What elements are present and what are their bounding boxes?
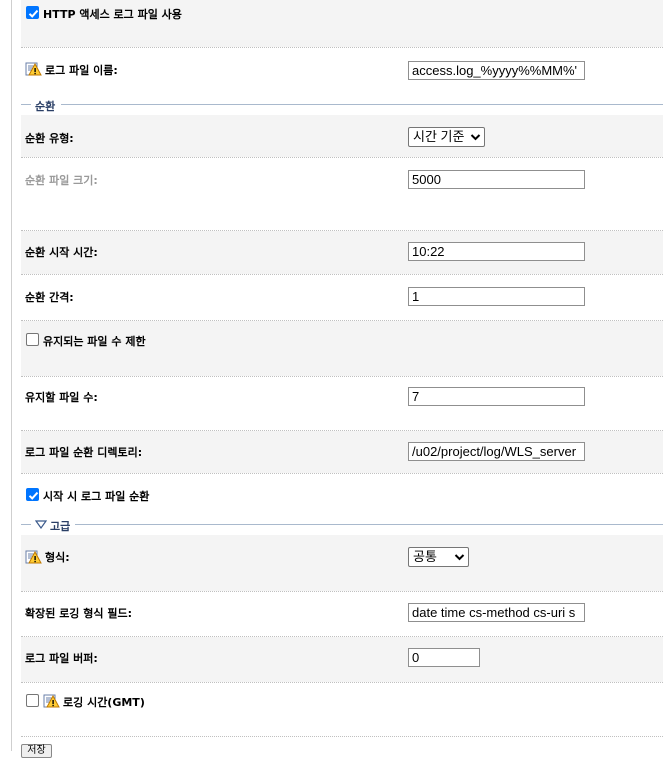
- chevron-down-icon: [454, 554, 465, 561]
- rotation-file-size-label: 순환 파일 크기:: [25, 174, 98, 187]
- rotation-type-row: [21, 115, 663, 157]
- left-panel-border: [0, 0, 12, 751]
- rotation-start-time-input[interactable]: 10:22: [408, 242, 585, 261]
- row-divider: [21, 591, 663, 592]
- rotation-interval-label: 순환 간격:: [25, 291, 74, 304]
- format-label: 형식:: [45, 551, 70, 564]
- row-divider: [21, 376, 663, 377]
- log-buffer-row: [21, 637, 663, 682]
- files-to-retain-input[interactable]: 7: [408, 387, 585, 406]
- advanced-section-title: 고급: [50, 520, 71, 533]
- log-buffer-input[interactable]: 0: [408, 648, 480, 667]
- rotation-directory-input[interactable]: /u02/project/log/WLS_server: [408, 442, 585, 461]
- dynamic-warning-icon: [25, 61, 42, 76]
- rotation-type-label: 순환 유형:: [25, 132, 74, 145]
- save-button[interactable]: 저장: [21, 744, 52, 758]
- log-file-name-input[interactable]: access.log_%yyyy%%MM%': [408, 61, 585, 80]
- format-select[interactable]: 공통: [408, 547, 469, 567]
- http-access-log-label: HTTP 액세스 로그 파일 사용: [43, 8, 182, 21]
- rotation-interval-input[interactable]: 1: [408, 287, 585, 306]
- row-divider: [21, 47, 663, 48]
- log-buffer-label: 로그 파일 버퍼:: [25, 652, 98, 665]
- logging-time-gmt-checkbox[interactable]: [26, 694, 39, 707]
- extended-fields-label: 확장된 로깅 형식 필드:: [25, 607, 132, 620]
- rotation-directory-label: 로그 파일 순환 디렉토리:: [25, 446, 143, 459]
- rotate-on-startup-checkbox[interactable]: [26, 488, 39, 501]
- logging-time-gmt-label: 로깅 시간(GMT): [63, 696, 145, 709]
- row-divider: [21, 274, 663, 275]
- rotation-start-time-label: 순환 시작 시간:: [25, 246, 98, 259]
- rotation-file-size-input[interactable]: 5000: [408, 170, 585, 189]
- dynamic-warning-icon: [43, 693, 60, 708]
- rotation-type-value: 시간 기준: [413, 129, 465, 144]
- extended-fields-input[interactable]: date time cs-method cs-uri s: [408, 603, 585, 622]
- row-divider: [21, 682, 663, 683]
- limit-retained-files-checkbox[interactable]: [26, 333, 39, 346]
- format-value: 공통: [413, 549, 437, 564]
- row-divider: [21, 157, 663, 158]
- limit-retained-files-label: 유지되는 파일 수 제한: [43, 335, 146, 348]
- http-access-log-checkbox[interactable]: [26, 6, 39, 19]
- chevron-down-icon: [470, 134, 481, 141]
- rotate-on-startup-label: 시작 시 로그 파일 순환: [43, 490, 150, 503]
- checkmark-icon: [28, 9, 39, 18]
- log-file-name-label: 로그 파일 이름:: [45, 64, 118, 77]
- files-to-retain-label: 유지할 파일 수:: [25, 391, 98, 404]
- collapse-triangle-icon: [35, 520, 47, 529]
- checkmark-icon: [28, 491, 39, 500]
- row-divider: [21, 473, 663, 474]
- advanced-section-header[interactable]: 고급: [21, 518, 663, 533]
- rotation-type-select[interactable]: 시간 기준: [408, 127, 485, 147]
- format-row: [21, 535, 663, 591]
- rotation-section-header: 순환: [21, 98, 663, 113]
- row-divider: [21, 736, 663, 737]
- rotation-section-title: 순환: [35, 100, 56, 113]
- dynamic-warning-icon: [25, 549, 42, 564]
